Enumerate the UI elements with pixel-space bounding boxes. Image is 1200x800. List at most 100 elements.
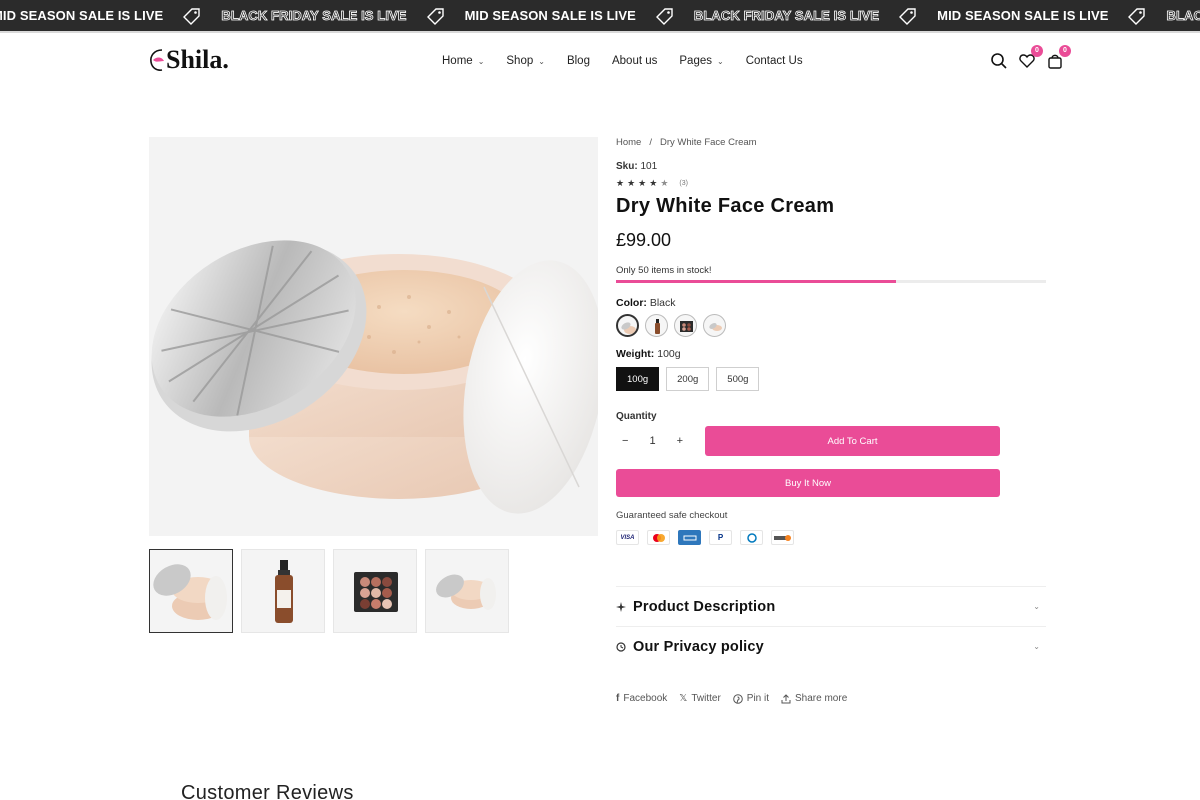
cart-bag-icon[interactable]: 0 [1046,45,1071,70]
cart-count-badge: 0 [1059,45,1071,57]
nav-contact[interactable]: Contact Us [746,55,803,67]
weight-label: Weight: 100g [616,348,1048,360]
sku: Sku: 101 [616,161,1048,172]
accordion-privacy-policy-label: Our Privacy policy [633,638,764,655]
marquee-item: MID SEASON SALE IS LIVE [937,7,1166,25]
search-icon[interactable] [990,52,1008,70]
share-more[interactable]: Share more [781,693,847,704]
nav-home-label: Home [442,55,473,67]
nav-blog[interactable]: Blog [567,55,590,67]
x-icon: 𝕏 [679,693,688,704]
marquee-text: BLACK FRIDAY SALE IS LIVE [221,8,407,24]
share-twitter[interactable]: 𝕏 Twitter [679,693,721,704]
rating-stars: ★ ★ ★ ★ ★ [616,178,671,189]
swatch-powder-jar[interactable] [616,314,639,337]
star-icon: ★ [616,178,625,188]
swatch-eyeshadow-palette[interactable] [674,314,697,337]
color-label-key: Color: [616,297,647,309]
chevron-down-icon: ⌄ [538,56,545,66]
payment-methods: VISA P [616,530,1048,545]
thumbnail-powder-jar[interactable] [149,549,233,633]
color-label: Color: Black [616,297,1048,309]
marquee-text: BLACK FRIDAY [1166,8,1200,24]
breadcrumb-current: Dry White Face Cream [659,137,757,148]
nav-pages-label: Pages [679,55,712,67]
thumbnail-strip [149,549,509,633]
wishlist-count-badge: 0 [1031,45,1043,57]
share-pinterest-label: Pin it [746,693,770,704]
purchase-row: − 1 + Add To Cart [616,426,1048,456]
nav-blog-label: Blog [566,55,590,67]
chevron-down-icon: ⌄ [1033,602,1040,611]
quantity-increase-button[interactable]: + [677,435,683,447]
swatch-powder-jar-alt[interactable] [703,314,726,337]
accordion-product-description[interactable]: Product Description ⌄ [616,586,1046,626]
add-to-cart-button[interactable]: Add To Cart [705,426,1000,456]
stock-progress-fill [616,280,896,283]
weight-option-200g[interactable]: 200g [666,367,710,391]
product-main-image[interactable] [149,137,598,536]
marquee-text: MID SEASON SALE IS LIVE [937,8,1109,23]
customer-reviews-heading: Customer Reviews [181,782,354,800]
clock-icon [616,641,626,652]
quantity-decrease-button[interactable]: − [622,435,628,447]
share-twitter-label: Twitter [691,693,721,704]
star-rating[interactable]: ★ ★ ★ ★ ★ (3) [616,178,1048,189]
weight-options: 100g 200g 500g [616,367,1048,391]
facebook-icon: f [616,693,620,704]
weight-option-500g[interactable]: 500g [716,367,760,391]
star-icon: ★ [649,178,658,188]
quantity-stepper: − 1 + [616,426,689,456]
product-details: Home / Dry White Face Cream Sku: 101 ★ ★ ★… [616,137,1048,704]
breadcrumb: Home / Dry White Face Cream [616,137,1048,148]
price-tag-icon [1128,7,1146,25]
buy-now-button[interactable]: Buy It Now [616,469,1000,497]
visa-label: VISA [620,534,635,541]
logo-text: Shila. [166,45,229,74]
sparkle-icon [616,601,626,612]
breadcrumb-home[interactable]: Home [616,137,641,148]
share-facebook-label: Facebook [623,693,668,704]
nav-about[interactable]: About us [612,55,657,67]
nav-pages[interactable]: Pages ⌄ [679,55,723,67]
thumbnail-serum-bottle[interactable] [241,549,325,633]
thumbnail-powder-jar-alt[interactable] [425,549,509,633]
marquee-text: MID SEASON SALE IS LIVE [464,8,636,23]
marquee-text: BLACK FRIDAY SALE IS LIVE [693,8,880,24]
breadcrumb-separator: / [649,137,652,148]
chevron-down-icon: ⌄ [1033,642,1040,651]
marquee-item: MID SEASON SALE IS LIVE [0,7,221,25]
share-more-label: Share more [795,693,848,704]
quantity-input[interactable]: 1 [649,435,655,447]
pinterest-icon [732,693,743,704]
mastercard-icon [647,530,670,545]
amex-icon [678,530,701,545]
weight-option-100g[interactable]: 100g [616,367,660,391]
share-pinterest[interactable]: Pin it [732,693,770,704]
stock-progress-bar [616,280,1046,283]
paypal-icon: P [709,530,732,545]
marquee-item: MID SEASON SALE IS LIVE [465,7,694,25]
nav-home[interactable]: Home ⌄ [442,55,484,67]
product-price: £99.00 [616,230,672,250]
nav-shop[interactable]: Shop ⌄ [506,55,545,67]
swatch-serum-bottle[interactable] [645,314,668,337]
logo-mark-icon [148,47,168,73]
share-icon [781,693,791,703]
accordion-privacy-policy[interactable]: Our Privacy policy ⌄ [616,626,1046,666]
share-links: f Facebook 𝕏 Twitter Pin it Share more [616,693,847,704]
color-swatches [616,314,1048,337]
thumbnail-eyeshadow-palette[interactable] [333,549,417,633]
header-actions: 0 0 [990,45,1071,70]
price-tag-icon [183,7,201,25]
stock-notice: Only 50 items in stock! [616,265,712,276]
star-icon: ★ [660,178,669,188]
logo[interactable]: Shila. [148,45,229,75]
wishlist-heart-icon[interactable]: 0 [1018,45,1043,70]
nav-shop-label: Shop [506,55,534,67]
price-tag-icon [899,7,917,25]
review-count: (3) [679,180,688,187]
share-facebook[interactable]: f Facebook [616,693,667,704]
safe-checkout-label: Guaranteed safe checkout [616,510,728,521]
marquee-track: MID SEASON SALE IS LIVE BLACK FRIDAY SALE… [0,0,1200,31]
